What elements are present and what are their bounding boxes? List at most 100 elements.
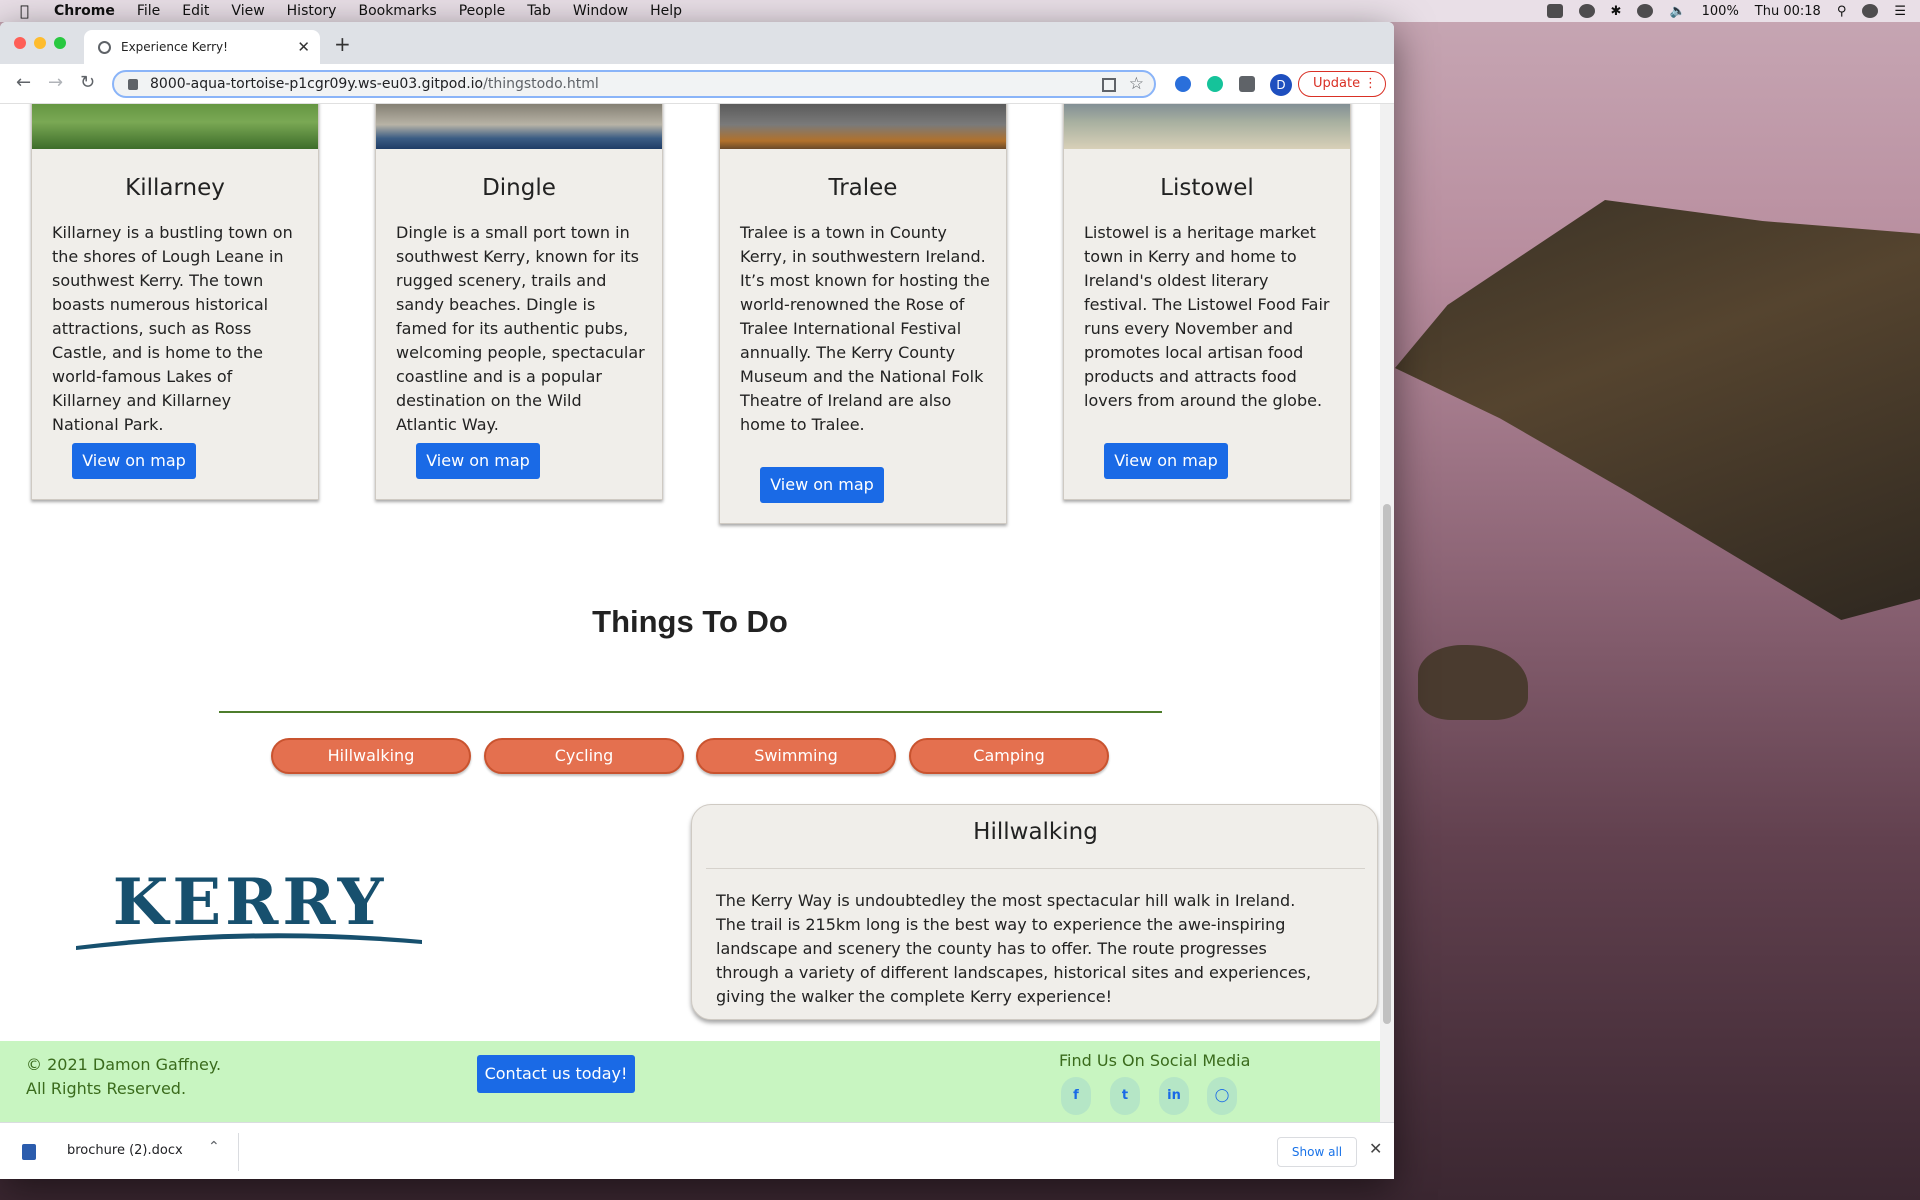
url-path: /thingstodo.html <box>483 76 599 92</box>
menu-history[interactable]: History <box>287 3 337 19</box>
download-shelf: brochure (2).docx ⌃ Show all ✕ <box>0 1122 1394 1179</box>
town-card-tralee: Tralee Tralee is a town in County Kerry,… <box>719 104 1007 524</box>
forward-arrow-icon[interactable]: → <box>48 72 63 93</box>
update-label: Update <box>1313 76 1361 91</box>
site-footer: © 2021 Damon Gaffney. All Rights Reserve… <box>0 1041 1380 1122</box>
bookmark-star-icon[interactable]: ☆ <box>1129 74 1144 94</box>
wallpaper-cliff <box>1395 200 1920 620</box>
wifi-icon[interactable] <box>1637 4 1654 18</box>
show-all-button[interactable]: Show all <box>1277 1137 1357 1167</box>
town-description: Tralee is a town in County Kerry, in sou… <box>740 223 990 434</box>
menu-help[interactable]: Help <box>650 3 682 19</box>
time-machine-icon[interactable] <box>1578 4 1595 18</box>
volume-icon[interactable]: 🔈 <box>1669 4 1685 19</box>
menubar-status-area: ✱ 🔈 100% Thu 00:18 ⚲ ☰ <box>1546 0 1906 22</box>
word-document-icon <box>22 1144 36 1160</box>
menu-people[interactable]: People <box>459 3 506 19</box>
download-file-name[interactable]: brochure (2).docx <box>67 1143 183 1158</box>
activity-card: Hillwalking The Kerry Way is undoubtedle… <box>691 804 1378 1020</box>
bluetooth-icon[interactable]: ✱ <box>1611 4 1622 19</box>
menu-view[interactable]: View <box>231 3 264 19</box>
view-on-map-button[interactable]: View on map <box>760 467 884 503</box>
kerry-logo-text: KERRY <box>113 865 388 940</box>
town-card-dingle: Dingle Dingle is a small port town in so… <box>375 104 663 500</box>
view-on-map-button[interactable]: View on map <box>416 443 540 479</box>
copyright-line-1: © 2021 Damon Gaffney. <box>26 1055 222 1074</box>
close-window-button[interactable] <box>14 37 26 49</box>
instagram-icon[interactable]: ◯ <box>1207 1077 1237 1115</box>
scrollbar-thumb[interactable] <box>1383 504 1391 1024</box>
close-shelf-icon[interactable]: ✕ <box>1369 1139 1382 1158</box>
town-description: Killarney is a bustling town on the shor… <box>52 223 293 434</box>
tab-experience-kerry[interactable]: Experience Kerry! ✕ <box>84 30 320 64</box>
profile-avatar[interactable]: D <box>1270 74 1292 96</box>
copyright-line-2: All Rights Reserved. <box>26 1079 187 1098</box>
listowel-image <box>1064 104 1350 149</box>
menu-edit[interactable]: Edit <box>182 3 209 19</box>
shelf-divider <box>238 1133 239 1171</box>
close-tab-icon[interactable]: ✕ <box>297 38 310 56</box>
things-to-do-heading: Things To Do <box>592 604 788 639</box>
minimize-window-button[interactable] <box>34 37 46 49</box>
section-divider <box>219 711 1162 713</box>
copyright: © 2021 Damon Gaffney. All Rights Reserve… <box>26 1053 221 1101</box>
clock[interactable]: Thu 00:18 <box>1755 4 1821 19</box>
kerry-logo: KERRY <box>76 865 422 950</box>
grammarly-icon[interactable] <box>1207 76 1223 92</box>
url-host: 8000-aqua-tortoise-p1cgr09y.ws-eu03.gitp… <box>150 76 484 92</box>
page-scrollbar[interactable] <box>1380 104 1394 1122</box>
address-bar[interactable]: 8000-aqua-tortoise-p1cgr09y.ws-eu03.gitp… <box>112 70 1156 98</box>
town-card-listowel: Listowel Listowel is a heritage market t… <box>1063 104 1351 500</box>
new-tab-icon[interactable]: + <box>334 32 351 56</box>
tab-strip: Experience Kerry! ✕ + <box>0 22 1394 64</box>
town-title: Killarney <box>125 175 225 201</box>
notes-icon[interactable] <box>1546 4 1563 18</box>
macos-menubar:  Chrome File Edit View History Bookmark… <box>0 0 1920 22</box>
view-on-map-button[interactable]: View on map <box>1104 443 1228 479</box>
spotlight-icon[interactable]: ⚲ <box>1837 4 1847 19</box>
tab-swimming[interactable]: Swimming <box>696 738 896 774</box>
extension-shield-icon[interactable] <box>1175 76 1191 92</box>
twitter-icon[interactable]: t <box>1110 1077 1140 1115</box>
globe-icon <box>98 40 111 54</box>
activity-title: Hillwalking <box>973 819 1098 845</box>
contact-us-button[interactable]: Contact us today! <box>477 1055 635 1093</box>
chevron-up-icon[interactable]: ⌃ <box>208 1139 220 1155</box>
menu-tab[interactable]: Tab <box>527 3 551 19</box>
reload-icon[interactable]: ↻ <box>80 72 95 93</box>
menu-bookmarks[interactable]: Bookmarks <box>358 3 436 19</box>
menu-app-name[interactable]: Chrome <box>54 3 115 19</box>
town-description: Listowel is a heritage market town in Ke… <box>1084 223 1330 410</box>
town-title: Tralee <box>828 175 898 201</box>
siri-icon[interactable] <box>1862 4 1879 18</box>
lock-icon[interactable] <box>128 78 138 90</box>
battery-status[interactable]: 100% <box>1702 4 1739 19</box>
tab-title: Experience Kerry! <box>121 40 228 54</box>
facebook-icon[interactable]: f <box>1061 1077 1091 1115</box>
more-menu-icon[interactable]: ⋮ <box>1364 72 1377 96</box>
activity-divider <box>706 868 1365 869</box>
activity-description: The Kerry Way is undoubtedley the most s… <box>716 891 1312 1006</box>
town-title: Dingle <box>482 175 556 201</box>
town-card-killarney: Killarney Killarney is a bustling town o… <box>31 104 319 500</box>
wallpaper-rock <box>1418 645 1528 720</box>
browser-toolbar: ← → ↻ 8000-aqua-tortoise-p1cgr09y.ws-eu0… <box>0 64 1394 104</box>
control-center-icon[interactable]: ☰ <box>1894 4 1906 19</box>
menu-window[interactable]: Window <box>573 3 628 19</box>
tab-cycling[interactable]: Cycling <box>484 738 684 774</box>
extensions-puzzle-icon[interactable] <box>1239 76 1255 92</box>
tralee-image <box>720 104 1006 149</box>
menu-file[interactable]: File <box>137 3 160 19</box>
apple-menu-icon[interactable]:  <box>20 2 38 20</box>
back-arrow-icon[interactable]: ← <box>16 72 31 93</box>
tab-hillwalking[interactable]: Hillwalking <box>271 738 471 774</box>
killarney-image <box>32 104 318 149</box>
town-title: Listowel <box>1160 175 1254 201</box>
qr-code-icon[interactable] <box>1102 78 1116 92</box>
tab-camping[interactable]: Camping <box>909 738 1109 774</box>
zoom-window-button[interactable] <box>54 37 66 49</box>
browser-window: Experience Kerry! ✕ + ← → ↻ 8000-aqua-to… <box>0 22 1394 1179</box>
view-on-map-button[interactable]: View on map <box>72 443 196 479</box>
update-button[interactable]: Update ⋮ <box>1298 71 1386 97</box>
linkedin-icon[interactable]: in <box>1159 1077 1189 1115</box>
